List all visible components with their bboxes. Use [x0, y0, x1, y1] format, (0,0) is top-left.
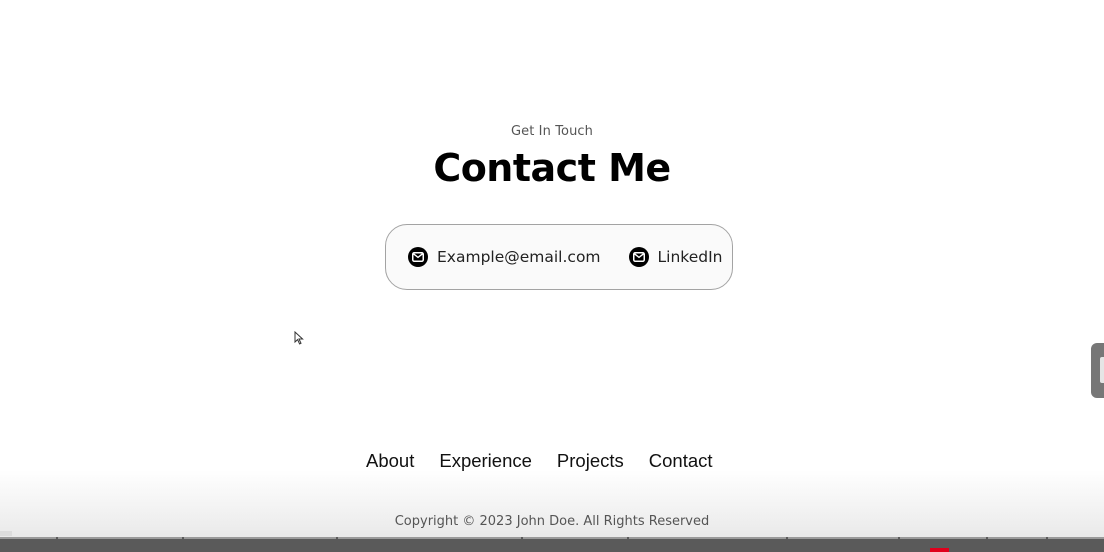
email-address: Example@email.com — [437, 248, 601, 266]
page: Get In Touch Contact Me Example@email.co… — [0, 0, 1104, 552]
playhead-marker — [930, 548, 949, 552]
mail-icon — [408, 247, 428, 267]
linkedin-contact-link[interactable]: LinkedIn — [628, 247, 723, 267]
footer-background — [0, 470, 1104, 540]
nav-link-experience[interactable]: Experience — [439, 450, 532, 472]
nav-link-contact[interactable]: Contact — [649, 450, 713, 472]
mail-icon — [628, 247, 649, 267]
progress-marker — [0, 531, 12, 536]
mouse-cursor-icon — [294, 330, 304, 349]
nav-link-projects[interactable]: Projects — [557, 450, 624, 472]
section-subtitle: Get In Touch — [510, 124, 594, 139]
footer-nav: About Experience Projects Contact — [366, 450, 713, 472]
side-drawer-tab[interactable] — [1091, 343, 1104, 398]
email-contact-link[interactable]: Example@email.com — [408, 247, 601, 267]
copyright-text: Copyright © 2023 John Doe. All Rights Re… — [394, 514, 710, 529]
page-title: Contact Me — [433, 146, 671, 190]
linkedin-label: LinkedIn — [657, 248, 723, 266]
bottom-progress-bar[interactable] — [0, 537, 1104, 552]
contact-info-box: Example@email.com LinkedIn — [385, 224, 733, 290]
nav-link-about[interactable]: About — [366, 450, 414, 472]
